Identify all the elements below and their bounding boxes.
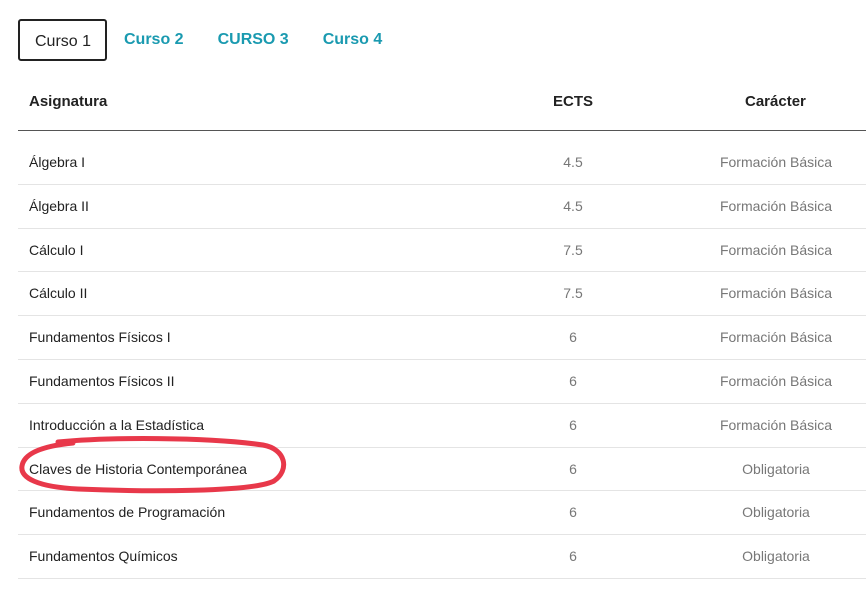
- course-tabs: Curso 1 Curso 2 CURSO 3 Curso 4: [18, 19, 399, 61]
- subject-ects: 6: [569, 372, 577, 389]
- table-header: Asignatura ECTS Carácter: [18, 80, 866, 131]
- header-type: Carácter: [745, 93, 806, 110]
- subject-ects: 7.5: [563, 285, 583, 302]
- subject-type: Formación Básica: [719, 285, 833, 302]
- subject-ects: 6: [569, 329, 577, 346]
- tab-curso-4[interactable]: Curso 4: [306, 19, 400, 61]
- subject-type: Obligatoria: [742, 504, 810, 521]
- table-row: Fundamentos Físicos I 6 Formación Básica: [18, 316, 866, 360]
- subject-ects: 4.5: [563, 197, 583, 214]
- subject-type: Formación Básica: [719, 154, 833, 170]
- subject-type: Formación Básica: [719, 241, 833, 258]
- subject-type: Formación Básica: [719, 197, 833, 214]
- subject-ects: 6: [569, 416, 577, 433]
- subject-ects: 4.5: [563, 154, 583, 170]
- subject-type: Formación Básica: [719, 372, 833, 389]
- tab-curso-2[interactable]: Curso 2: [107, 19, 201, 61]
- subject-type: Formación Básica: [719, 416, 833, 433]
- subject-name: Cálculo I: [29, 241, 84, 258]
- subject-name: Introducción a la Estadística: [29, 416, 205, 433]
- table-row: Cálculo I 7.5 Formación Básica: [18, 229, 866, 273]
- subject-name: Claves de Historia Contemporánea: [29, 460, 247, 477]
- subject-ects: 6: [569, 548, 577, 565]
- table-row: Fundamentos de Programación 6 Obligatori…: [18, 491, 866, 536]
- subject-name: Álgebra I: [29, 154, 86, 170]
- subject-type: Obligatoria: [742, 548, 810, 565]
- subject-type: Obligatoria: [742, 460, 810, 477]
- table-row: Fundamentos Físicos II 6 Formación Básic…: [18, 360, 866, 404]
- table-row: Fundamentos Químicos 6 Obligatoria: [18, 535, 866, 579]
- tab-curso-3[interactable]: CURSO 3: [201, 19, 306, 61]
- subjects-table-body: Álgebra I 4.5 Formación Básica Álgebra I…: [18, 141, 866, 579]
- subject-name: Álgebra II: [29, 197, 89, 214]
- course-plan-page: Curso 1 Curso 2 CURSO 3 Curso 4 Asignatu…: [0, 0, 866, 589]
- table-row: Claves de Historia Contemporánea 6 Oblig…: [18, 448, 866, 492]
- table-row: Introducción a la Estadística 6 Formació…: [18, 404, 866, 448]
- subject-name: Fundamentos Físicos II: [29, 372, 175, 389]
- subject-ects: 6: [569, 460, 577, 477]
- subject-ects: 6: [569, 504, 577, 521]
- subject-name: Cálculo II: [29, 285, 88, 302]
- subject-name: Fundamentos Químicos: [29, 548, 178, 565]
- subject-name: Fundamentos Físicos I: [29, 329, 171, 346]
- subject-name: Fundamentos de Programación: [29, 504, 226, 521]
- table-row: Álgebra I 4.5 Formación Básica: [18, 141, 866, 185]
- header-subject: Asignatura: [29, 93, 108, 110]
- table-row: Álgebra II 4.5 Formación Básica: [18, 185, 866, 229]
- tab-curso-1[interactable]: Curso 1: [18, 19, 107, 61]
- table-row: Cálculo II 7.5 Formación Básica: [18, 272, 866, 317]
- subject-type: Formación Básica: [719, 329, 833, 346]
- header-ects: ECTS: [553, 93, 594, 110]
- subject-ects: 7.5: [563, 241, 583, 258]
